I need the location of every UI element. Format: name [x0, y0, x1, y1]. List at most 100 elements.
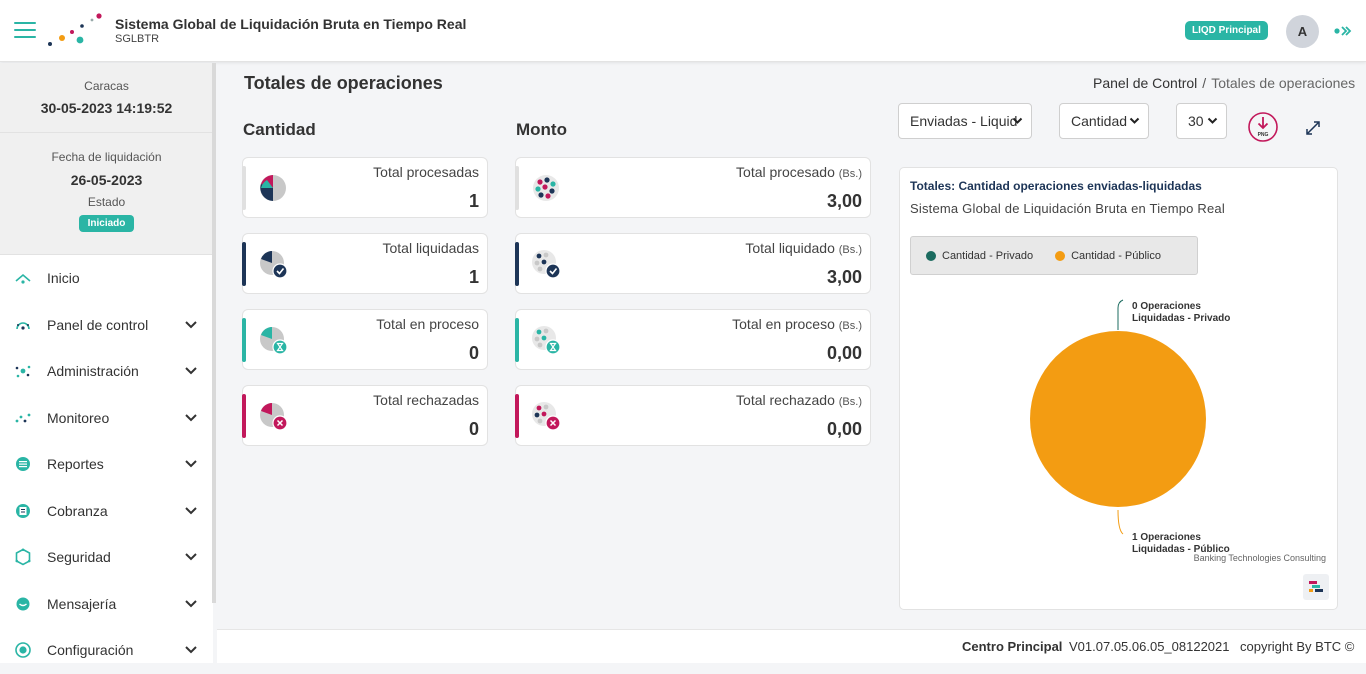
- pie-label-privado-line1: 0 Operaciones: [1132, 301, 1201, 312]
- currency-unit: (Bs.): [838, 320, 862, 332]
- chart-title: Totales: Cantidad operaciones enviadas-l…: [910, 179, 1202, 193]
- app-subtitle: SGLBTR: [115, 33, 160, 45]
- legend-item-privado[interactable]: Cantidad - Privado: [926, 250, 1033, 262]
- card-accent-bar: [242, 318, 246, 362]
- metrica-value: Cantidad: [1071, 113, 1128, 129]
- liquidation-date-label: Fecha de liquidación: [51, 150, 162, 164]
- footer-copyright: copyright By BTC ©: [1240, 639, 1355, 654]
- sidebar-item-mensajeria[interactable]: Mensajería: [0, 581, 213, 628]
- sidebar-item-label: Inicio: [47, 270, 80, 287]
- breadcrumb: Panel de Control / Totales de operaciones: [1093, 75, 1355, 91]
- card-value: 1: [468, 267, 479, 287]
- sidebar-item-seguridad[interactable]: Seguridad: [0, 534, 213, 581]
- card-value: 1: [468, 191, 479, 211]
- sidebar-item-label: Reportes: [47, 456, 104, 473]
- card-label: Total en proceso (Bs.): [732, 316, 862, 332]
- home-icon: [15, 274, 31, 284]
- cantidad-section-title: Cantidad: [243, 120, 316, 139]
- pie-check-icon: [260, 251, 288, 279]
- breadcrumb-root-link[interactable]: Panel de Control: [1093, 75, 1197, 91]
- chevron-down-icon: [185, 460, 197, 468]
- chevron-down-icon: [1207, 117, 1218, 124]
- coins-hourglass-icon: [532, 326, 561, 355]
- card-label: Total liquidadas: [382, 240, 479, 256]
- coins-icon: [533, 175, 559, 201]
- chart-subtitle: Sistema Global de Liquidación Bruta en T…: [910, 201, 1225, 216]
- chevron-down-icon: [185, 553, 197, 561]
- legend-dot: [926, 250, 936, 261]
- pie-chart: 0 Operaciones Liquidadas - Privado 1 Ope…: [1030, 299, 1230, 555]
- coins-check-icon: [532, 250, 561, 279]
- card-value: 0: [468, 419, 479, 439]
- sidebar-item-panel-de-control[interactable]: Panel de control: [0, 302, 213, 349]
- metrica-select[interactable]: Cantidad: [1059, 103, 1149, 139]
- breadcrumb-separator: /: [1202, 75, 1207, 91]
- clock-panel: Caracas 30-05-2023 14:19:52: [0, 63, 213, 133]
- cantidad-card-procesadas: Total procesadas 1: [242, 157, 488, 218]
- chevron-down-icon: [1129, 117, 1140, 124]
- monitor-dots-icon: [15, 413, 31, 423]
- chart-card: Totales: Cantidad operaciones enviadas-l…: [899, 167, 1338, 610]
- chevron-down-icon: [185, 646, 197, 654]
- pie-hourglass-icon: [260, 327, 288, 355]
- sidebar-item-label: Monitoreo: [47, 409, 110, 426]
- monto-card-procesado: Total procesado (Bs.) 3,00: [515, 157, 871, 218]
- menu-toggle-icon[interactable]: [14, 22, 36, 40]
- btc-logo: [48, 13, 102, 46]
- label-leader-curve-privado: [1117, 299, 1124, 309]
- liquidation-panel: Fecha de liquidación 26-05-2023 Estado I…: [0, 133, 213, 255]
- card-label: Total procesado (Bs.): [736, 164, 862, 180]
- chevron-down-icon: [185, 367, 197, 375]
- sidebar-item-inicio[interactable]: Inicio: [0, 255, 213, 302]
- page-title: Totales de operaciones: [244, 73, 443, 93]
- app-title: Sistema Global de Liquidación Bruta en T…: [115, 16, 467, 32]
- billing-icon: [16, 503, 30, 518]
- logout-icon[interactable]: [1334, 24, 1352, 38]
- sidebar-item-label: Configuración: [47, 642, 134, 659]
- sidebar-item-monitoreo[interactable]: Monitoreo: [0, 395, 213, 442]
- sidebar: Caracas 30-05-2023 14:19:52 Fecha de liq…: [0, 63, 213, 663]
- dias-value: 30: [1188, 113, 1204, 129]
- chevron-down-icon: [185, 600, 197, 608]
- dashboard-icon: [16, 321, 30, 330]
- sidebar-item-label: Mensajería: [47, 595, 117, 612]
- legend-dot: [1055, 250, 1066, 261]
- chevron-down-icon: [185, 507, 197, 515]
- sidebar-item-administracion[interactable]: Administración: [0, 348, 213, 395]
- download-png-icon[interactable]: PNG: [1247, 111, 1279, 143]
- card-value: 3,00: [826, 267, 862, 287]
- sidebar-item-cobranza[interactable]: Cobranza: [0, 488, 213, 535]
- sidebar-scrollbar[interactable]: [212, 63, 216, 603]
- legend-item-publico[interactable]: Cantidad - Público: [1055, 250, 1161, 262]
- coins-reject-icon: [532, 402, 561, 431]
- chevron-down-icon: [185, 321, 197, 329]
- pie-slice-1[interactable]: [1030, 331, 1206, 507]
- card-accent-bar: [515, 394, 519, 438]
- tipo-operacion-select[interactable]: Enviadas - Liquid: [898, 103, 1032, 139]
- status-badge: Iniciado: [78, 215, 135, 232]
- top-bar: Sistema Global de Liquidación Bruta en T…: [0, 0, 1366, 62]
- dias-select[interactable]: 30: [1176, 103, 1227, 139]
- monto-card-liquidado: Total liquidado (Bs.) 3,00: [515, 233, 871, 294]
- clock-datetime: 30-05-2023 14:19:52: [40, 100, 173, 116]
- btc-mini-logo[interactable]: [1303, 574, 1329, 600]
- cantidad-card-rechazadas: Total rechazadas 0: [242, 385, 488, 446]
- sidebar-item-label: Administración: [47, 363, 139, 380]
- expand-icon[interactable]: [1304, 119, 1322, 137]
- user-avatar[interactable]: A: [1286, 15, 1319, 48]
- chevron-down-icon: [185, 414, 197, 422]
- estado-label: Estado: [87, 195, 126, 209]
- card-label: Total en proceso: [376, 316, 479, 332]
- card-accent-bar: [515, 166, 519, 210]
- sidebar-item-configuracion[interactable]: Configuración: [0, 627, 213, 674]
- sidebar-item-label: Cobranza: [47, 502, 108, 519]
- chevron-down-icon: [1012, 117, 1023, 124]
- pie-label-publico-line1: 1 Operaciones: [1132, 532, 1201, 543]
- chart-credit: Banking Technologies Consulting: [1193, 553, 1326, 563]
- card-label-text: Total rechazado: [736, 392, 835, 408]
- currency-unit: (Bs.): [838, 244, 862, 256]
- card-label: Total rechazadas: [373, 392, 479, 408]
- currency-unit: (Bs.): [838, 168, 862, 180]
- liqd-principal-badge[interactable]: LIQD Principal: [1185, 21, 1268, 40]
- sidebar-item-reportes[interactable]: Reportes: [0, 441, 213, 488]
